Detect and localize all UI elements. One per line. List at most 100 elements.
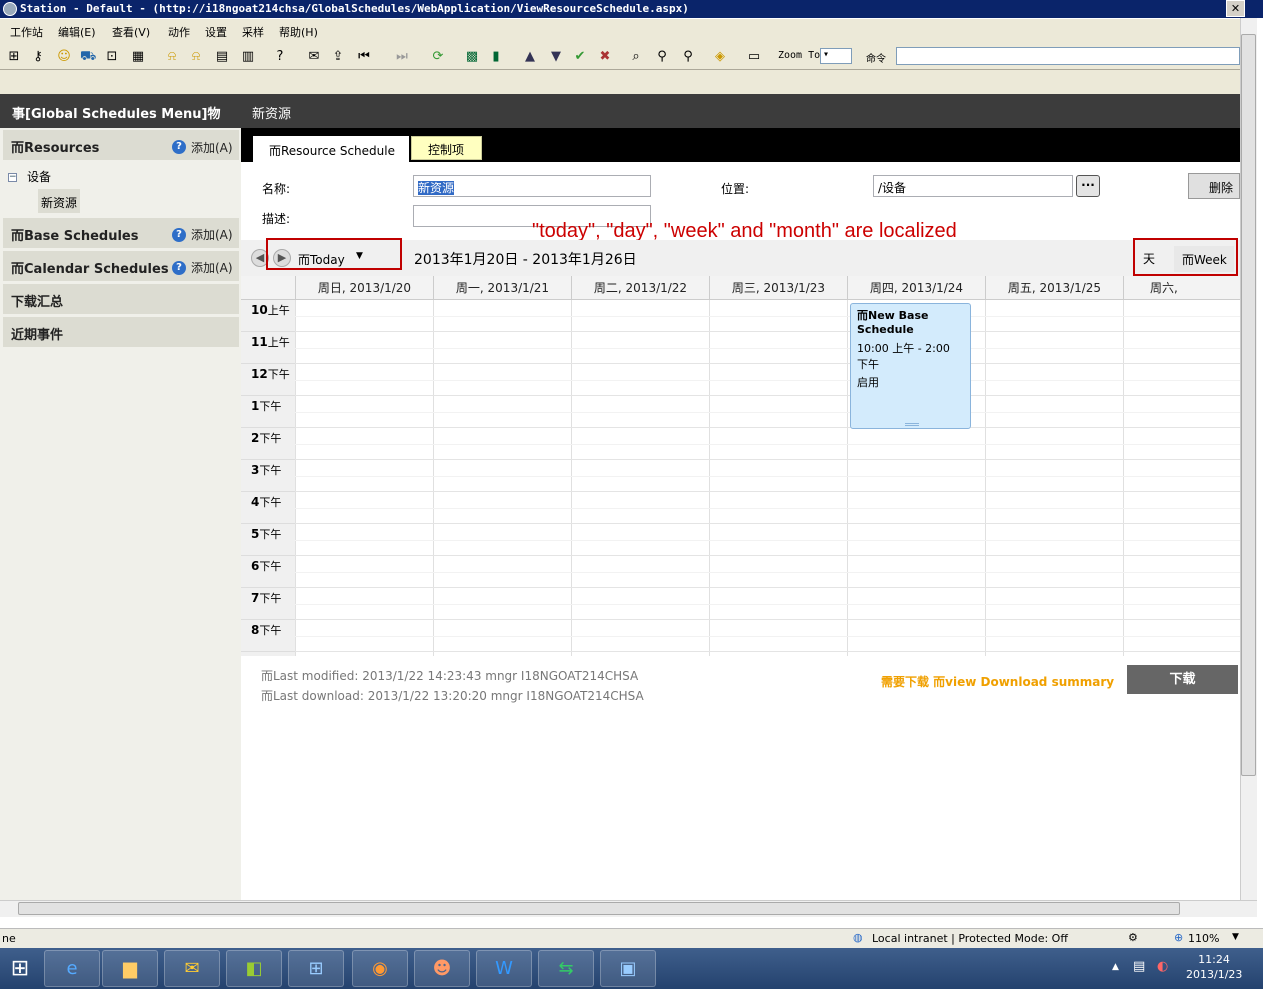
browse-button[interactable]: ··· [1076,175,1100,197]
schedule-event[interactable]: 而New Base Schedule 10:00 上午 - 2:00 下午 启用 [850,303,971,429]
settings-icon[interactable]: ⚙ [1128,931,1138,944]
car-icon[interactable]: ⛟ [80,49,96,65]
hour-label: 7下午 [241,588,295,620]
hour-label: 11上午 [241,332,295,364]
vmware-icon[interactable]: ◧ [226,950,282,987]
section-download-summary-label: 下载汇总 [11,295,64,310]
tree-collapse-icon[interactable]: − [8,173,17,182]
clock-date: 2013/1/23 [1186,968,1243,981]
arrow-up-icon[interactable]: ▲ [522,49,538,65]
taskbar-clock[interactable]: 11:24 2013/1/23 [1186,952,1242,982]
export-icon[interactable]: ▩ [464,49,480,65]
camera-icon[interactable]: ▭ [746,49,762,65]
brand-menu[interactable]: 事[Global Schedules Menu]物 [12,103,221,122]
menu-workstation[interactable]: 工作站 [10,24,43,40]
location-input[interactable]: /设备 [873,175,1073,197]
menu-edit[interactable]: 编辑(E) [58,24,96,40]
outlook-icon[interactable]: ✉ [164,950,220,987]
help-icon[interactable]: ? [172,140,186,154]
x-icon[interactable]: ✖ [597,49,613,65]
name-input[interactable]: 新资源 [413,175,651,197]
menu-settings[interactable]: 设置 [205,24,227,40]
taskbar: e ▆ ✉ ◧ ⊞ ◉ ☻ W ⇆ ▣ ▲ ▤ ◐ [0,948,1263,989]
hour-row: 3下午 [241,460,1240,492]
network-icon[interactable]: ⊞ [6,49,22,65]
delete-button[interactable]: 删除 [1188,173,1240,199]
internet-explorer-icon[interactable]: e [44,950,100,987]
resources-add-link[interactable]: 添加(A) [191,139,233,156]
tab-resource-schedule[interactable]: 而Resource Schedule [253,136,409,162]
help-book-icon[interactable]: ? [272,49,288,65]
help-icon[interactable]: ? [172,261,186,275]
envelope-icon[interactable]: ✉ [306,49,322,65]
section-download-summary[interactable]: 下载汇总 [3,284,239,314]
tab-controls[interactable]: 控制项 [411,136,482,160]
menu-view[interactable]: 查看(V) [112,24,150,40]
chart-icon[interactable]: ▮ [488,49,504,65]
calendar-grid[interactable]: 10上午 11上午 12下午 1下午 2下午 3下午 4下午 5下午 6下午 7… [241,300,1240,656]
command-input[interactable] [896,47,1240,65]
key-icon[interactable]: ⚷ [30,49,46,65]
calendar-add-link[interactable]: 添加(A) [191,259,233,276]
chevron-down-icon[interactable]: ▼ [1232,932,1239,942]
sync-icon[interactable]: ⇆ [538,950,594,987]
hour-row: 7下午 [241,588,1240,620]
menu-sample[interactable]: 采样 [242,24,264,40]
grid-icon[interactable]: ▦ [130,49,146,65]
security-zone-text: Local intranet | Protected Mode: Off [872,932,1068,945]
refresh-icon[interactable]: ⟳ [430,49,446,65]
help-icon[interactable]: ? [172,228,186,242]
hour-row: 1下午 [241,396,1240,428]
window-close-button[interactable]: ✕ [1226,0,1245,17]
bell-ack-icon[interactable]: ⍾ [188,49,204,65]
send-icon[interactable]: ⇪ [330,49,346,65]
network-tool-icon[interactable]: ⊞ [288,950,344,987]
zoom-select[interactable]: ▾ [820,48,852,64]
status-bar: ne ◍ Local intranet | Protected Mode: Of… [0,928,1263,948]
menu-action[interactable]: 动作 [168,24,190,40]
user-icon[interactable]: ☺ [56,49,72,65]
hour-label: 9下午 [241,652,295,656]
tab-controls-label: 控制项 [428,143,465,157]
section-calendar-schedules-label: 而Calendar Schedules [11,262,169,277]
bell-icon[interactable]: ⍾ [164,49,180,65]
tray-network-icon[interactable]: ▤ [1133,959,1145,974]
horizontal-scroll-thumb[interactable] [18,902,1180,915]
lock-icon[interactable]: ⊡ [104,49,120,65]
tree-item-new-resource[interactable]: 新资源 [38,189,80,213]
start-button[interactable]: ⊞ [0,948,40,989]
report-icon[interactable]: ▥ [240,49,256,65]
forward-icon[interactable]: ⏭ [394,49,410,65]
arrow-down-icon[interactable]: ▼ [548,49,564,65]
day-header: 周三, 2013/1/23 [709,276,847,300]
users-icon[interactable]: ☻ [414,950,470,987]
event-resize-handle[interactable] [905,423,919,426]
folder-icon[interactable]: ▆ [102,950,158,987]
hour-label: 2下午 [241,428,295,460]
back-icon[interactable]: ⏮ [356,49,372,65]
section-recent-events[interactable]: 近期事件 [3,317,239,347]
base-add-link[interactable]: 添加(A) [191,226,233,243]
search-icon[interactable]: ⚲ [680,49,696,65]
eye-icon[interactable]: ◈ [712,49,728,65]
location-input-value: /设备 [878,181,907,195]
note-icon[interactable]: ▤ [214,49,230,65]
tray-expand-icon[interactable]: ▲ [1112,962,1119,972]
menu-help[interactable]: 帮助(H) [279,24,318,40]
remote-desktop-icon[interactable]: ▣ [600,950,656,987]
zoom-icon[interactable]: ⚲ [654,49,670,65]
vertical-scroll-thumb[interactable] [1241,34,1256,776]
hour-label: 6下午 [241,556,295,588]
zoom-level[interactable]: 110% [1188,932,1219,945]
download-summary-link[interactable]: 需要下载 而view Download summary [881,673,1114,690]
check-icon[interactable]: ✔ [572,49,588,65]
location-label: 位置: [721,182,750,196]
tray-volume-icon[interactable]: ◐ [1157,959,1168,974]
zoom-level-icon: ⊕ [1174,931,1184,944]
tree-item-equipment[interactable]: 设备 [27,168,51,185]
find-icon[interactable]: ⌕ [628,49,644,65]
word-icon[interactable]: W [476,950,532,987]
download-button[interactable]: 下载 [1127,665,1238,694]
hour-label: 5下午 [241,524,295,556]
firefox-icon[interactable]: ◉ [352,950,408,987]
